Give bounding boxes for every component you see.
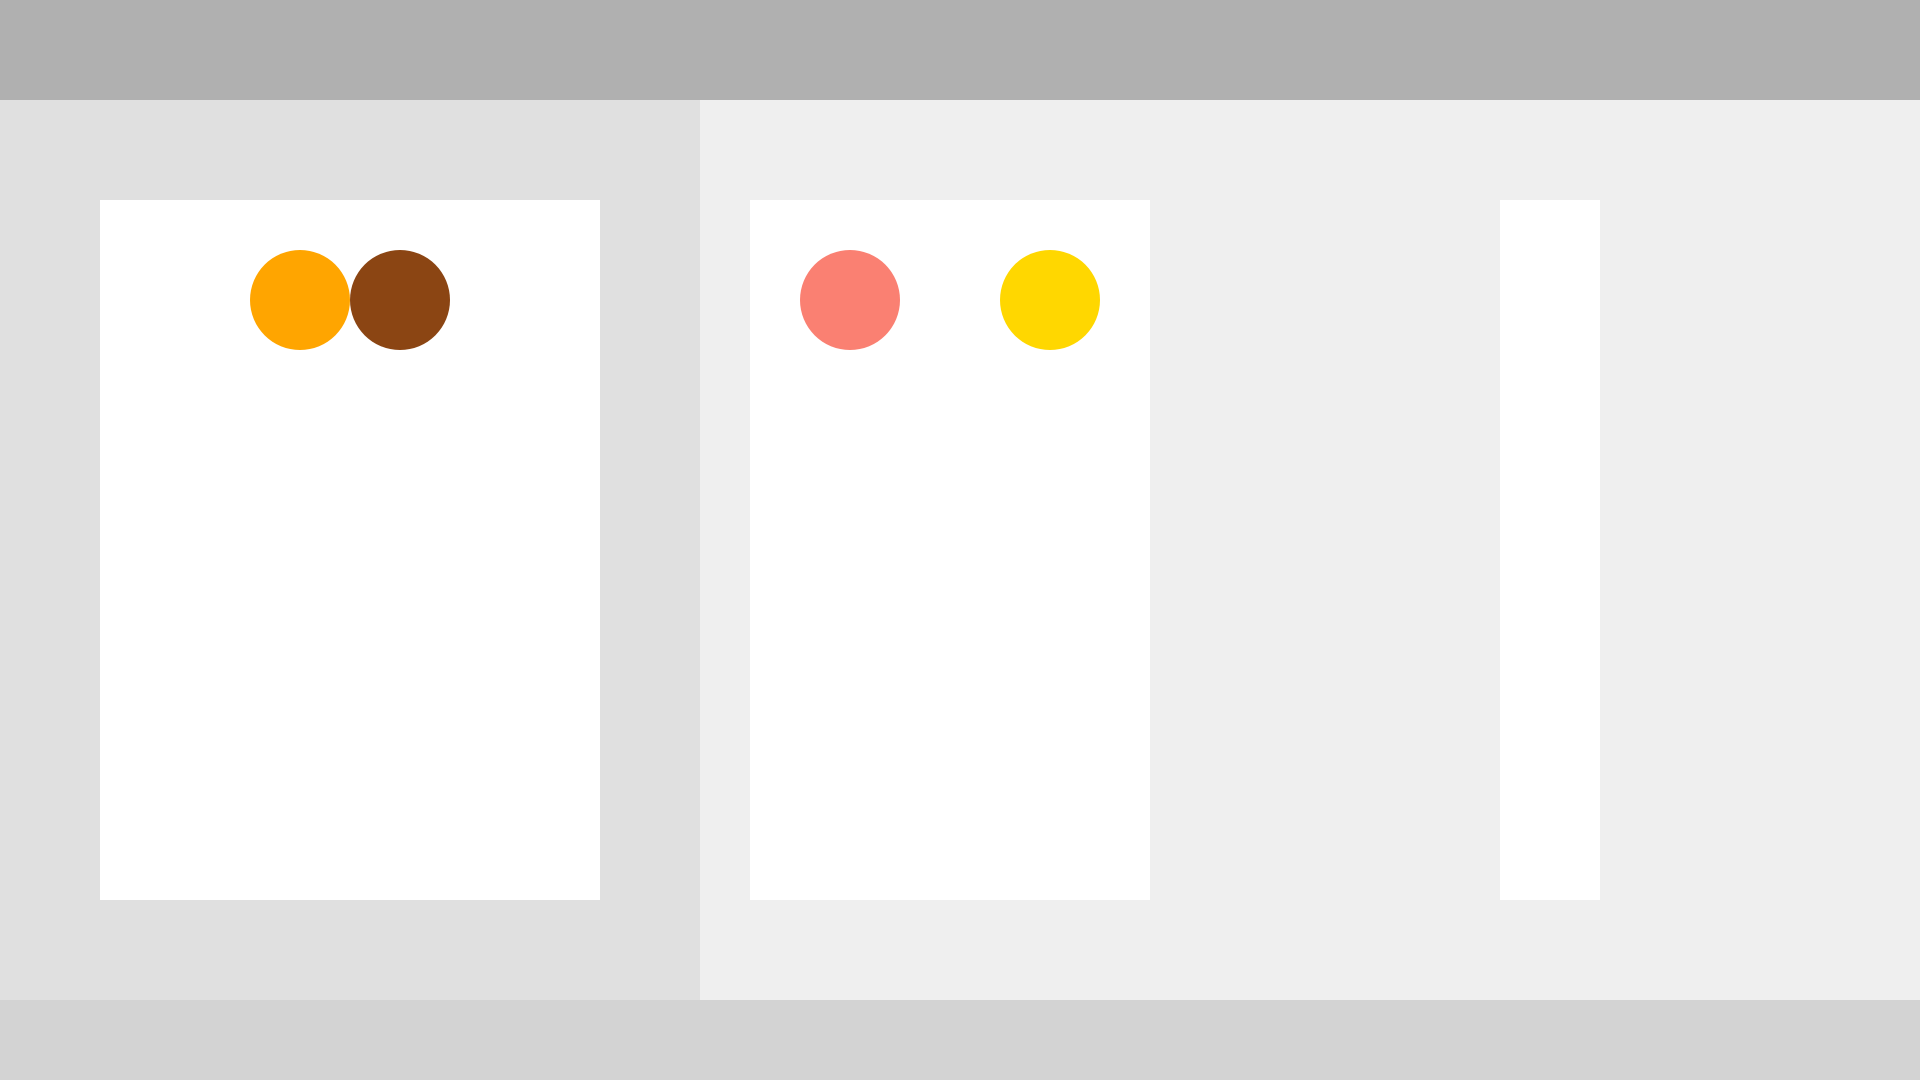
salmon-ball[interactable] <box>800 250 900 350</box>
brown-ball[interactable] <box>350 250 450 350</box>
top-bar <box>0 0 1920 100</box>
target-card-b[interactable] <box>1500 200 1600 900</box>
bottom-bar <box>0 1000 1920 1080</box>
gold-ball[interactable] <box>1000 250 1100 350</box>
orange-ball[interactable] <box>250 250 350 350</box>
